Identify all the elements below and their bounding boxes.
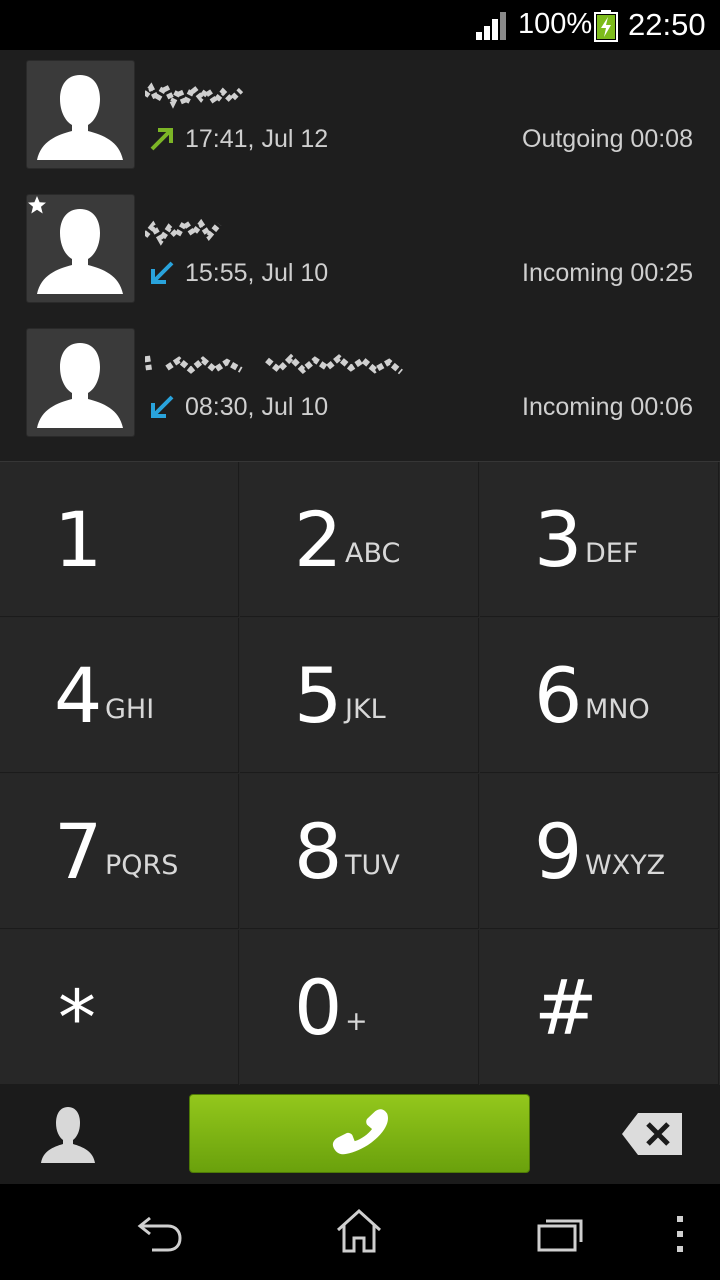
key-digit: 8 (294, 807, 343, 896)
call-button[interactable] (189, 1094, 530, 1173)
key-digit: 1 (54, 495, 103, 584)
dialpad-key-7[interactable]: 7 PQRS (0, 774, 239, 929)
dialpad-key-4[interactable]: 4 GHI (0, 618, 239, 773)
back-icon[interactable] (136, 1214, 184, 1254)
call-type-duration: Incoming 00:25 (522, 259, 693, 287)
phone-handset-icon (332, 1109, 388, 1155)
key-digit: 3 (534, 495, 583, 584)
call-time: 17:41, Jul 12 (185, 125, 329, 153)
incoming-call-arrow-icon (151, 395, 174, 418)
star-icon (28, 196, 46, 214)
key-letters: PQRS (105, 850, 179, 881)
key-digit: * (58, 973, 96, 1062)
call-type-duration: Incoming 00:06 (522, 393, 693, 421)
dialpad-key-9[interactable]: 9 WXYZ (480, 774, 719, 929)
call-type-duration: Outgoing 00:08 (522, 125, 693, 153)
key-letters: JKL (345, 694, 386, 725)
call-log-item[interactable]: 17:41, Jul 12 Outgoing 00:08 (0, 50, 720, 184)
key-digit: 4 (54, 651, 103, 740)
home-icon[interactable] (334, 1208, 384, 1254)
dialpad: 1 2 ABC 3 DEF 4 GHI 5 JKL 6 MNO 7 PQRS 8… (0, 461, 720, 1086)
key-letters: TUV (345, 850, 400, 881)
dialpad-key-hash[interactable]: # (480, 930, 719, 1085)
key-digit: 2 (294, 495, 343, 584)
system-navigation-bar (0, 1184, 720, 1280)
status-bar: 100% 22:50 (0, 0, 720, 50)
key-digit: 5 (294, 651, 343, 740)
menu-icon[interactable] (672, 1214, 688, 1254)
dialpad-key-3[interactable]: 3 DEF (480, 462, 719, 617)
battery-charging-icon (594, 10, 618, 42)
contact-avatar[interactable] (27, 195, 134, 302)
call-log-list: 17:41, Jul 12 Outgoing 00:08 15:55, Jul … (0, 50, 720, 461)
key-letters: MNO (585, 694, 650, 725)
person-silhouette-icon (37, 75, 123, 160)
call-log-item[interactable]: 15:55, Jul 10 Incoming 00:25 (0, 184, 720, 318)
contact-avatar[interactable] (27, 61, 134, 168)
contact-name-redacted (145, 216, 222, 246)
key-digit: 0 (294, 963, 343, 1052)
incoming-call-arrow-icon (151, 261, 174, 284)
key-letters: ABC (345, 538, 401, 569)
key-digit: # (534, 963, 598, 1052)
recent-apps-icon[interactable] (536, 1214, 584, 1252)
contact-name-redacted (145, 79, 244, 112)
battery-percent: 100% (518, 8, 593, 40)
contact-name-redacted (145, 353, 403, 375)
key-letters: WXYZ (585, 850, 666, 881)
dialpad-key-5[interactable]: 5 JKL (240, 618, 479, 773)
dialpad-key-star[interactable]: * (0, 930, 239, 1085)
key-digit: 9 (534, 807, 583, 896)
call-log-item[interactable]: 08:30, Jul 10 Incoming 00:06 (0, 318, 720, 452)
contacts-icon[interactable] (35, 1103, 101, 1167)
outgoing-call-arrow-icon (150, 128, 173, 151)
key-letters: DEF (585, 538, 639, 569)
dialpad-key-0[interactable]: 0 + (240, 930, 479, 1085)
call-time: 15:55, Jul 10 (185, 259, 329, 287)
key-letters: + (345, 1006, 368, 1037)
person-silhouette-icon (37, 343, 123, 428)
dialer-action-bar (0, 1085, 720, 1184)
dialpad-key-1[interactable]: 1 (0, 462, 239, 617)
status-clock: 22:50 (628, 7, 706, 42)
key-letters: GHI (105, 694, 155, 725)
call-time: 08:30, Jul 10 (185, 393, 329, 421)
signal-icon (476, 12, 506, 40)
dialpad-key-2[interactable]: 2 ABC (240, 462, 479, 617)
backspace-icon[interactable] (620, 1111, 684, 1157)
dialpad-key-6[interactable]: 6 MNO (480, 618, 719, 773)
dialpad-key-8[interactable]: 8 TUV (240, 774, 479, 929)
contact-avatar[interactable] (27, 329, 134, 436)
key-digit: 7 (54, 807, 103, 896)
key-digit: 6 (534, 651, 583, 740)
